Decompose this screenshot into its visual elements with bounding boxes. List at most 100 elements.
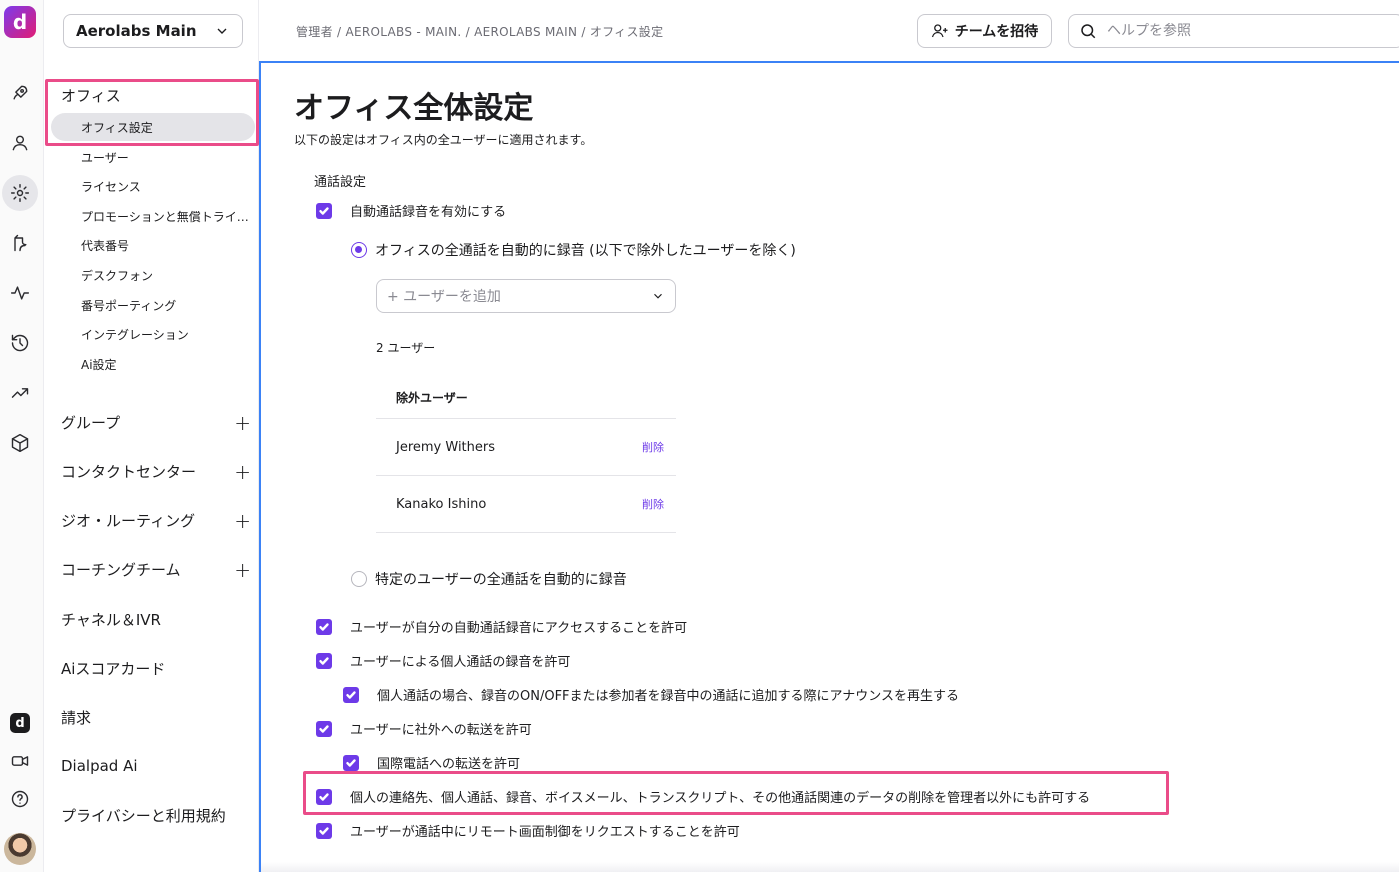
checkbox-checked[interactable] bbox=[343, 754, 359, 771]
table-row: Jeremy Withers 削除 bbox=[376, 419, 676, 476]
icon-rail: d d bbox=[0, 0, 44, 872]
sidebar-item-privacy-terms[interactable]: プライバシーと利用規約 bbox=[61, 805, 251, 826]
checkbox-checked[interactable] bbox=[316, 652, 332, 669]
section-title-call-settings: 通話設定 bbox=[314, 175, 367, 190]
help-icon[interactable] bbox=[2, 781, 38, 817]
activity-icon[interactable] bbox=[2, 275, 38, 311]
checkbox-checked[interactable] bbox=[316, 202, 332, 219]
checkbox-label: 自動通話録音を有効にする bbox=[350, 205, 507, 220]
chevron-down-icon bbox=[654, 293, 662, 299]
checkbox-access-own-recordings[interactable]: ユーザーが自分の自動通話録音にアクセスすることを許可 bbox=[316, 617, 687, 636]
sidebar-item-desk-phones[interactable]: デスクフォン bbox=[81, 267, 251, 284]
bottom-fade bbox=[261, 862, 1399, 872]
help-search[interactable] bbox=[1068, 14, 1399, 48]
excluded-user-name: Kanako Ishino bbox=[396, 496, 487, 512]
sidebar-item-label: Dialpad Ai bbox=[61, 757, 138, 775]
dialpad-logo[interactable]: d bbox=[4, 6, 36, 38]
plus-icon[interactable]: + bbox=[234, 511, 251, 531]
page-description: 以下の設定はオフィス内の全ユーザーに適用されます。 bbox=[294, 133, 593, 147]
search-icon bbox=[1081, 24, 1096, 39]
checkbox-recording-announcement[interactable]: 個人通話の場合、録音のON/OFFまたは参加者を録音中の通話に追加する際にアナウ… bbox=[343, 685, 959, 704]
radio-record-all[interactable]: オフィスの全通話を自動的に録音 (以下で除外したユーザーを除く) bbox=[351, 240, 796, 260]
sidebar-item-label: チャネル＆IVR bbox=[61, 611, 161, 629]
checkbox-checked[interactable] bbox=[316, 822, 332, 839]
sidebar-item-ai-scorecards[interactable]: Aiスコアカード bbox=[61, 658, 251, 679]
sidebar-item-integrations[interactable]: インテグレーション bbox=[81, 326, 251, 343]
checkbox-label: 個人通話の場合、録音のON/OFFまたは参加者を録音中の通話に追加する際にアナウ… bbox=[377, 689, 960, 704]
checkbox-remote-control[interactable]: ユーザーが通話中にリモート画面制御をリクエストすることを許可 bbox=[316, 821, 740, 840]
sidebar-item-label: グループ bbox=[61, 414, 121, 432]
highlight-box-deletion bbox=[303, 771, 1169, 815]
checkbox-checked[interactable] bbox=[343, 686, 359, 703]
radio-label: 特定のユーザーの全通話を自動的に録音 bbox=[375, 572, 627, 588]
invite-team-label: チームを招待 bbox=[954, 24, 1039, 40]
sidebar-item-label: コーチングチーム bbox=[61, 561, 181, 579]
remove-user-link[interactable]: 削除 bbox=[642, 439, 664, 455]
history-icon[interactable] bbox=[2, 325, 38, 361]
excluded-users-table: 除外ユーザー Jeremy Withers 削除 Kanako Ishino 削… bbox=[376, 377, 676, 533]
org-name: Aerolabs Main bbox=[76, 22, 197, 40]
add-user-placeholder: + ユーザーを追加 bbox=[387, 289, 501, 305]
add-user-select[interactable]: + ユーザーを追加 bbox=[376, 279, 676, 313]
add-user-icon bbox=[931, 24, 948, 38]
sidebar-item-label: Aiスコアカード bbox=[61, 660, 166, 678]
routing-icon[interactable] bbox=[2, 225, 38, 261]
cube-icon[interactable] bbox=[2, 425, 38, 461]
checkbox-label: ユーザーが通話中にリモート画面制御をリクエストすることを許可 bbox=[350, 825, 740, 840]
sidebar-item-label: 請求 bbox=[61, 709, 92, 727]
sidebar-item-geo-routing[interactable]: ジオ・ルーティング + bbox=[61, 510, 251, 531]
sidebar-heading-office[interactable]: オフィス bbox=[61, 85, 121, 106]
top-bar: 管理者 / AEROLABS - MAIN. / AEROLABS MAIN /… bbox=[260, 0, 1399, 62]
radio-record-specific[interactable]: 特定のユーザーの全通話を自動的に録音 bbox=[351, 569, 627, 589]
sidebar-item-office-settings[interactable]: オフィス設定 bbox=[81, 119, 251, 136]
sidebar-item-main-number[interactable]: 代表番号 bbox=[81, 237, 251, 254]
checkbox-international-forwarding[interactable]: 国際電話への転送を許可 bbox=[343, 753, 520, 772]
person-icon[interactable] bbox=[2, 125, 38, 161]
checkbox-label: ユーザーによる個人通話の録音を許可 bbox=[350, 655, 571, 670]
checkbox-label: 国際電話への転送を許可 bbox=[377, 757, 521, 772]
sidebar-item-label: コンタクトセンター bbox=[61, 463, 197, 481]
sidebar-item-label: ジオ・ルーティング bbox=[61, 512, 196, 530]
checkbox-label: ユーザーに社外への転送を許可 bbox=[350, 723, 532, 738]
checkbox-label: ユーザーが自分の自動通話録音にアクセスすることを許可 bbox=[350, 621, 688, 636]
sidebar-item-contact-center[interactable]: コンタクトセンター + bbox=[61, 461, 251, 482]
sidebar-item-label: プライバシーと利用規約 bbox=[61, 807, 226, 825]
sidebar-item-licenses[interactable]: ライセンス bbox=[81, 178, 251, 195]
trend-icon[interactable] bbox=[2, 375, 38, 411]
chevron-down-icon bbox=[217, 28, 227, 34]
gear-icon[interactable] bbox=[2, 175, 38, 211]
org-select[interactable]: Aerolabs Main bbox=[63, 14, 243, 48]
rocket-icon[interactable] bbox=[2, 75, 38, 111]
dialpad-logo-icon[interactable]: d bbox=[10, 713, 30, 733]
remove-user-link[interactable]: 削除 bbox=[642, 496, 664, 512]
radio-label: オフィスの全通話を自動的に録音 (以下で除外したユーザーを除く) bbox=[375, 243, 796, 259]
sidebar-item-channels-ivr[interactable]: チャネル＆IVR bbox=[61, 609, 251, 630]
breadcrumb: 管理者 / AEROLABS - MAIN. / AEROLABS MAIN /… bbox=[296, 25, 664, 39]
checkbox-checked[interactable] bbox=[316, 720, 332, 737]
user-count: 2 ユーザー bbox=[376, 341, 436, 355]
plus-icon[interactable]: + bbox=[234, 462, 251, 482]
invite-team-button[interactable]: チームを招待 bbox=[917, 14, 1052, 48]
sidebar-item-coaching-teams[interactable]: コーチングチーム + bbox=[61, 559, 251, 580]
plus-icon[interactable]: + bbox=[234, 560, 251, 580]
sidebar-item-users[interactable]: ユーザー bbox=[81, 149, 251, 166]
help-search-input[interactable] bbox=[1107, 23, 1387, 39]
checkbox-auto-record[interactable]: 自動通話録音を有効にする bbox=[316, 201, 506, 220]
sidebar-item-billing[interactable]: 請求 bbox=[61, 707, 251, 728]
radio-unselected[interactable] bbox=[351, 571, 367, 587]
sidebar-item-promotions[interactable]: プロモーションと無償トライアル bbox=[81, 208, 251, 225]
main-content: オフィス全体設定 以下の設定はオフィス内の全ユーザーに適用されます。 通話設定 … bbox=[259, 61, 1399, 872]
video-icon[interactable] bbox=[2, 743, 38, 779]
sidebar-item-ai-settings[interactable]: Ai設定 bbox=[81, 356, 251, 373]
sidebar-item-dialpad-ai[interactable]: Dialpad Ai bbox=[61, 757, 251, 775]
avatar[interactable] bbox=[4, 833, 36, 865]
sidebar-item-number-porting[interactable]: 番号ポーティング bbox=[81, 297, 251, 314]
radio-selected[interactable] bbox=[351, 242, 367, 258]
plus-icon[interactable]: + bbox=[234, 413, 251, 433]
table-header: 除外ユーザー bbox=[376, 377, 676, 419]
sidebar-item-groups[interactable]: グループ + bbox=[61, 412, 251, 433]
checkbox-external-forwarding[interactable]: ユーザーに社外への転送を許可 bbox=[316, 719, 532, 738]
checkbox-personal-recording[interactable]: ユーザーによる個人通話の録音を許可 bbox=[316, 651, 570, 670]
table-row: Kanako Ishino 削除 bbox=[376, 476, 676, 533]
checkbox-checked[interactable] bbox=[316, 618, 332, 635]
